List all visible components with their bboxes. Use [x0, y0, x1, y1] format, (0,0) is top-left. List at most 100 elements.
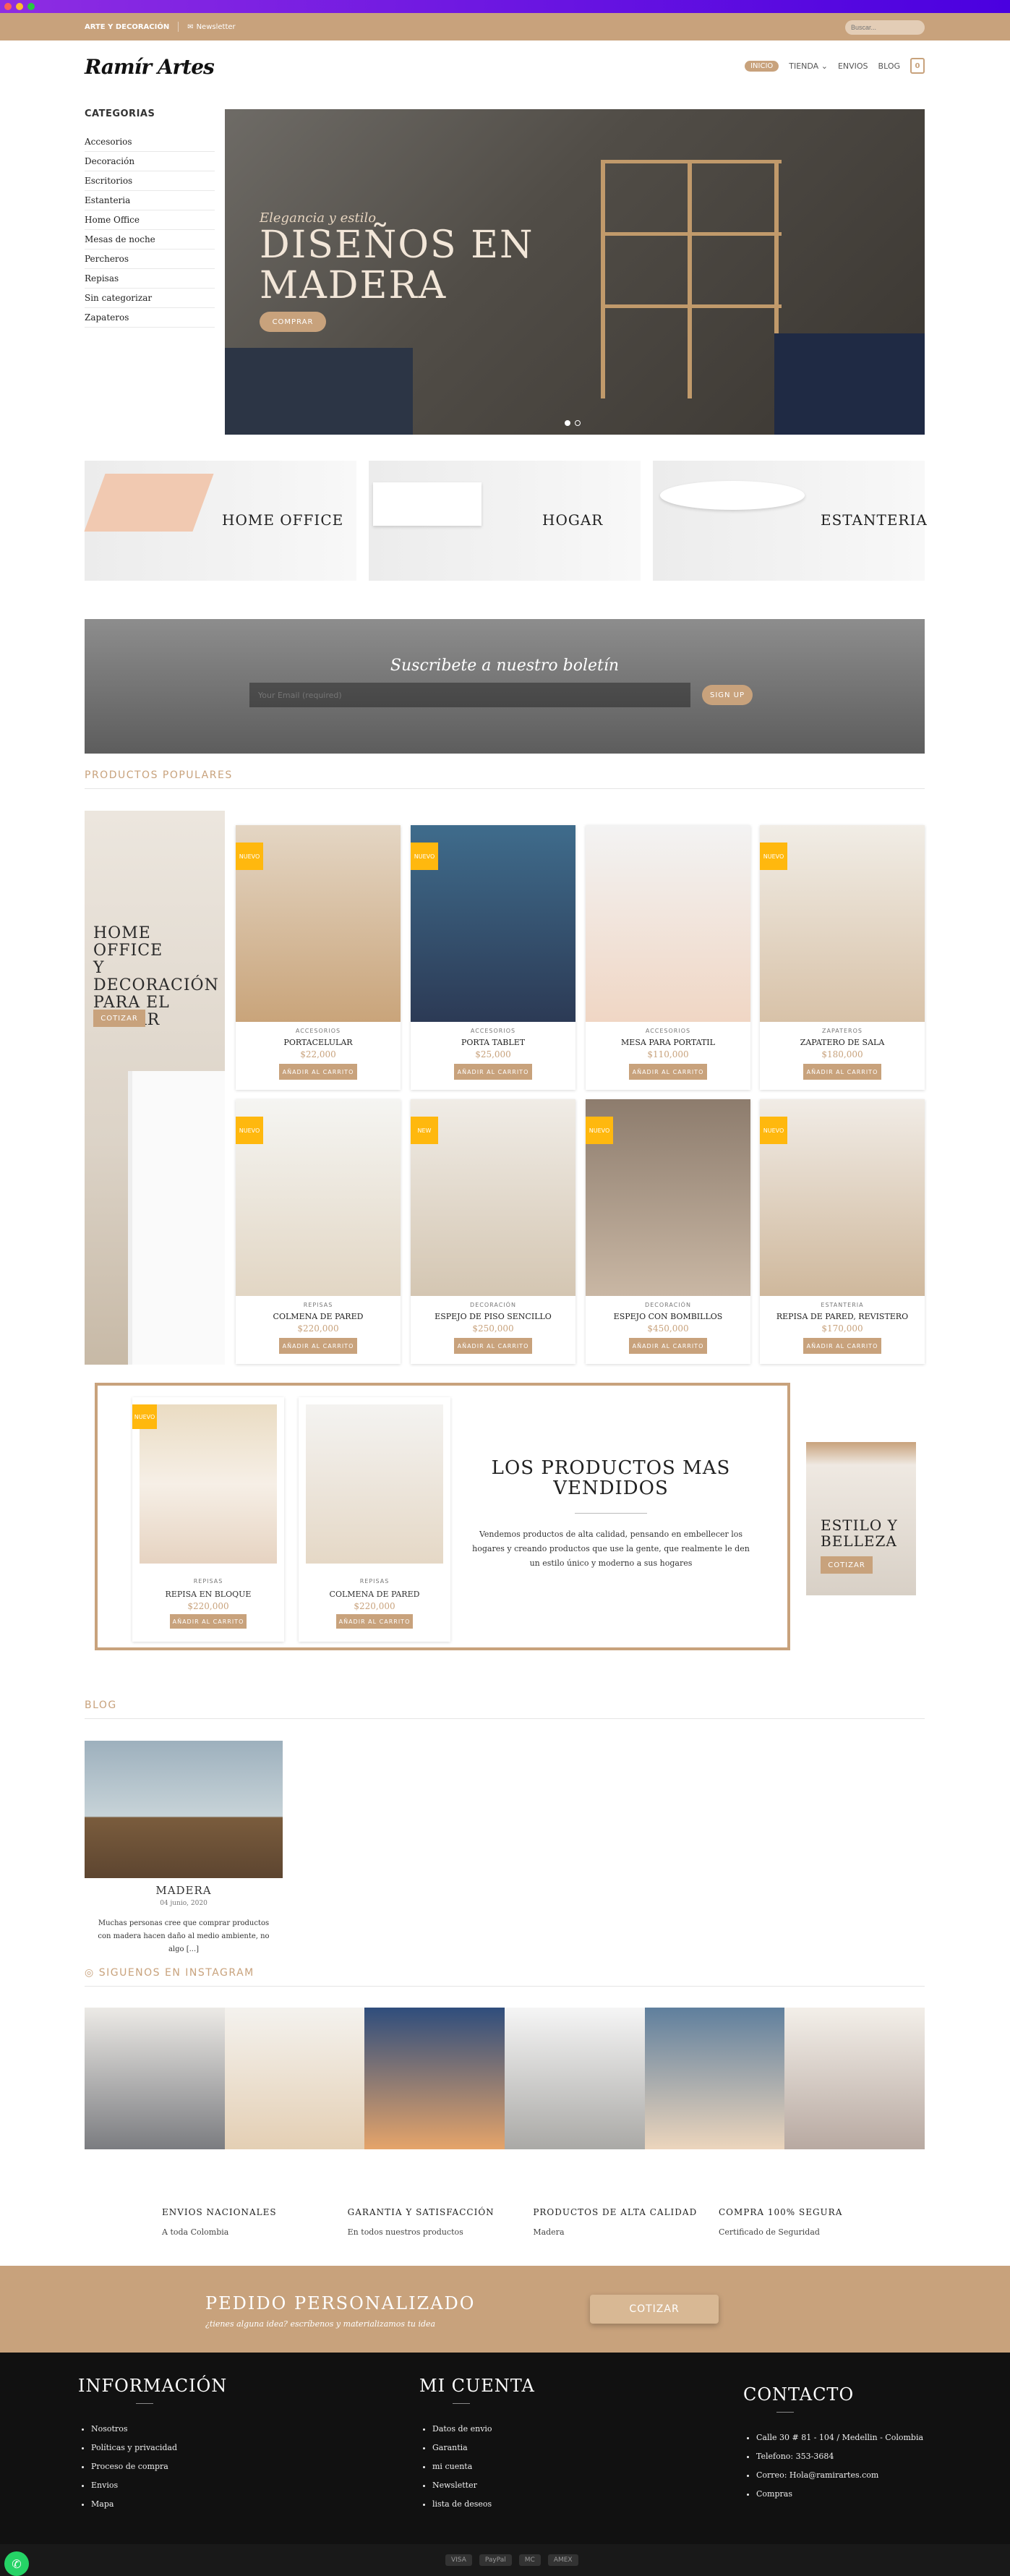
product-name[interactable]: REPISA DE PARED, REVISTERO — [760, 1312, 925, 1321]
add-to-cart-button[interactable]: AÑADIR AL CARRITO — [336, 1614, 413, 1629]
footer-link[interactable]: Nosotros — [91, 2420, 227, 2439]
add-to-cart-button[interactable]: AÑADIR AL CARRITO — [279, 1064, 357, 1080]
sidebar-item-zapateros[interactable]: Zapateros — [85, 308, 215, 328]
product-category[interactable]: ACCESORIOS — [236, 1028, 401, 1034]
sidebar-item-repisas[interactable]: Repisas — [85, 269, 215, 289]
product-name[interactable]: MESA PARA PORTATIL — [586, 1038, 750, 1047]
product-name[interactable]: PORTA TABLET — [411, 1038, 575, 1047]
product-name[interactable]: REPISA EN BLOQUE — [132, 1590, 284, 1599]
product-card[interactable]: NUEVO DECORACIÓN ESPEJO CON BOMBILLOS $4… — [586, 1099, 750, 1364]
product-name[interactable]: COLMENA DE PARED — [299, 1590, 450, 1599]
product-image[interactable] — [140, 1404, 277, 1564]
site-logo[interactable]: Ramír Artes — [85, 55, 215, 79]
hero-slider[interactable]: Elegancia y estilo DISEÑOS EN MADERA COMP… — [225, 109, 925, 435]
product-category[interactable]: DECORACIÓN — [586, 1302, 750, 1308]
footer-link[interactable]: Proceso de compra — [91, 2457, 227, 2476]
product-category[interactable]: ZAPATEROS — [760, 1028, 925, 1034]
sidebar-item-estanteria[interactable]: Estanteria — [85, 191, 215, 210]
nav-envios[interactable]: ENVIOS — [838, 61, 868, 71]
instagram-post[interactable] — [224, 2008, 365, 2149]
product-image[interactable] — [586, 825, 750, 1022]
product-name[interactable]: ESPEJO CON BOMBILLOS — [586, 1312, 750, 1321]
category-card-hogar[interactable]: HOGAR — [369, 461, 641, 581]
instagram-post[interactable] — [784, 2008, 925, 2149]
footer-link[interactable]: Envios — [91, 2476, 227, 2495]
product-card[interactable]: NUEVO ACCESORIOS PORTA TABLET $25,000 AÑ… — [411, 825, 575, 1090]
bestseller-card[interactable]: NUEVO REPISAS REPISA EN BLOQUE $220,000 … — [132, 1397, 284, 1642]
contact-phone[interactable]: Telefono: 353-3684 — [756, 2447, 923, 2466]
nav-tienda[interactable]: TIENDA ⌄ — [789, 61, 828, 71]
product-category[interactable]: ACCESORIOS — [586, 1028, 750, 1034]
blog-post-title[interactable]: MADERA — [85, 1884, 283, 1897]
add-to-cart-button[interactable]: AÑADIR AL CARRITO — [629, 1064, 707, 1080]
blog-post-card[interactable]: MADERA 04 junio, 2020 Muchas personas cr… — [85, 1741, 283, 1956]
sidebar-item-sin-categorizar[interactable]: Sin categorizar — [85, 289, 215, 308]
beauty-quote-button[interactable]: COTIZAR — [821, 1556, 873, 1574]
add-to-cart-button[interactable]: AÑADIR AL CARRITO — [279, 1338, 357, 1354]
sidebar-item-home-office[interactable]: Home Office — [85, 210, 215, 230]
slider-dot[interactable] — [575, 420, 581, 426]
footer-link[interactable]: Newsletter — [432, 2476, 535, 2495]
whatsapp-icon[interactable]: ✆ — [4, 2551, 29, 2576]
product-name[interactable]: ZAPATERO DE SALA — [760, 1038, 925, 1047]
sidebar-item-accesorios[interactable]: Accesorios — [85, 132, 215, 152]
product-card[interactable]: ACCESORIOS MESA PARA PORTATIL $110,000 A… — [586, 825, 750, 1090]
product-name[interactable]: ESPEJO DE PISO SENCILLO — [411, 1312, 575, 1321]
product-category[interactable]: REPISAS — [132, 1578, 284, 1585]
search-input[interactable] — [845, 20, 925, 35]
product-card[interactable]: NUEVO ACCESORIOS PORTACELULAR $22,000 AÑ… — [236, 825, 401, 1090]
footer-link[interactable]: mi cuenta — [432, 2457, 535, 2476]
product-category[interactable]: ESTANTERIA — [760, 1302, 925, 1308]
nav-inicio[interactable]: INICIO — [745, 60, 779, 72]
signup-button[interactable]: SIGN UP — [702, 685, 753, 705]
minimize-window-icon[interactable] — [16, 3, 23, 10]
add-to-cart-button[interactable]: AÑADIR AL CARRITO — [803, 1064, 881, 1080]
instagram-post[interactable] — [644, 2008, 785, 2149]
sidebar-item-mesas-de-noche[interactable]: Mesas de noche — [85, 230, 215, 250]
footer-link[interactable]: Garantia — [432, 2439, 535, 2457]
contact-email[interactable]: Correo: Hola@ramirartes.com — [756, 2466, 923, 2485]
product-category[interactable]: ACCESORIOS — [411, 1028, 575, 1034]
category-card-home-office[interactable]: HOME OFFICE — [84, 461, 356, 581]
add-to-cart-button[interactable]: AÑADIR AL CARRITO — [629, 1338, 707, 1354]
product-card[interactable]: NEW DECORACIÓN ESPEJO DE PISO SENCILLO $… — [411, 1099, 575, 1364]
email-field[interactable] — [249, 683, 690, 707]
product-name[interactable]: PORTACELULAR — [236, 1038, 401, 1047]
product-image[interactable] — [306, 1404, 443, 1564]
add-to-cart-button[interactable]: AÑADIR AL CARRITO — [454, 1064, 532, 1080]
product-category[interactable]: DECORACIÓN — [411, 1302, 575, 1308]
add-to-cart-button[interactable]: AÑADIR AL CARRITO — [454, 1338, 532, 1354]
hero-buy-button[interactable]: COMPRAR — [260, 312, 326, 332]
close-window-icon[interactable] — [4, 3, 12, 10]
footer-link[interactable]: lista de deseos — [432, 2495, 535, 2514]
bestseller-card[interactable]: REPISAS COLMENA DE PARED $220,000 AÑADIR… — [299, 1397, 450, 1642]
promo-quote-button[interactable]: COTIZAR — [93, 1010, 145, 1027]
blog-post-image[interactable] — [85, 1741, 283, 1878]
product-category[interactable]: REPISAS — [236, 1302, 401, 1308]
instagram-post[interactable] — [505, 2008, 645, 2149]
instagram-post[interactable] — [85, 2008, 225, 2149]
sidebar-item-percheros[interactable]: Percheros — [85, 250, 215, 269]
product-category[interactable]: REPISAS — [299, 1578, 450, 1585]
newsletter-link[interactable]: Newsletter — [197, 23, 236, 31]
slider-dot-active[interactable] — [565, 420, 570, 426]
product-card[interactable]: NUEVO ZAPATEROS ZAPATERO DE SALA $180,00… — [760, 825, 925, 1090]
sidebar-item-escritorios[interactable]: Escritorios — [85, 171, 215, 191]
cart-button[interactable]: 0 — [910, 58, 925, 74]
product-card[interactable]: NUEVO REPISAS COLMENA DE PARED $220,000 … — [236, 1099, 401, 1364]
footer-link[interactable]: Compras — [756, 2485, 923, 2504]
footer-link[interactable]: Mapa — [91, 2495, 227, 2514]
nav-blog[interactable]: BLOG — [878, 61, 900, 71]
instagram-post[interactable] — [364, 2008, 505, 2149]
footer-link[interactable]: Datos de envio — [432, 2420, 535, 2439]
feature-title: GARANTIA Y SATISFACCIÓN — [347, 2207, 495, 2217]
maximize-window-icon[interactable] — [27, 3, 35, 10]
sidebar-item-decoracion[interactable]: Decoración — [85, 152, 215, 171]
category-card-estanteria[interactable]: ESTANTERIA — [653, 461, 927, 581]
product-name[interactable]: COLMENA DE PARED — [236, 1312, 401, 1321]
add-to-cart-button[interactable]: AÑADIR AL CARRITO — [803, 1338, 881, 1354]
custom-order-quote-button[interactable]: COTIZAR — [590, 2295, 719, 2324]
add-to-cart-button[interactable]: AÑADIR AL CARRITO — [170, 1614, 247, 1629]
footer-link[interactable]: Políticas y privacidad — [91, 2439, 227, 2457]
product-card[interactable]: NUEVO ESTANTERIA REPISA DE PARED, REVIST… — [760, 1099, 925, 1364]
